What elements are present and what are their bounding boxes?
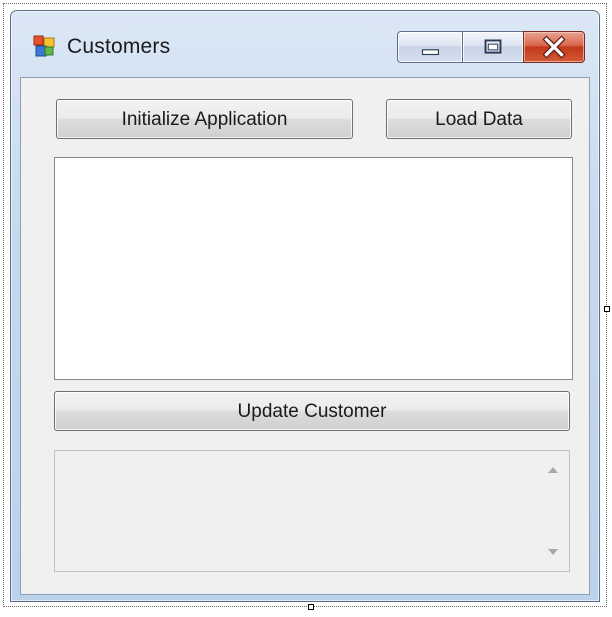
customer-listbox[interactable] <box>54 157 573 380</box>
load-data-button[interactable]: Load Data <box>386 99 572 139</box>
maximize-button[interactable] <box>462 31 524 63</box>
windows-form-icon <box>33 35 55 57</box>
title-bar[interactable]: Customers <box>11 11 599 75</box>
close-icon <box>542 35 566 59</box>
output-textbox[interactable] <box>54 450 570 572</box>
minimize-icon <box>421 49 439 56</box>
vertical-scrollbar[interactable] <box>537 451 569 571</box>
window-title: Customers <box>67 35 171 58</box>
customers-window: Customers Initialize Application Load Da… <box>10 10 600 602</box>
update-customer-button[interactable]: Update Customer <box>54 391 570 431</box>
initialize-application-button[interactable]: Initialize Application <box>56 99 353 139</box>
scroll-up-arrow-icon[interactable] <box>537 453 569 487</box>
maximize-icon <box>484 39 502 54</box>
minimize-button[interactable] <box>397 31 463 63</box>
close-button[interactable] <box>523 31 585 63</box>
designer-surface: Customers Initialize Application Load Da… <box>0 0 612 617</box>
form-client-area: Initialize Application Load Data Update … <box>20 77 590 595</box>
scroll-down-arrow-icon[interactable] <box>537 535 569 569</box>
resize-handle-right[interactable] <box>604 306 610 312</box>
resize-handle-bottom[interactable] <box>308 604 314 610</box>
